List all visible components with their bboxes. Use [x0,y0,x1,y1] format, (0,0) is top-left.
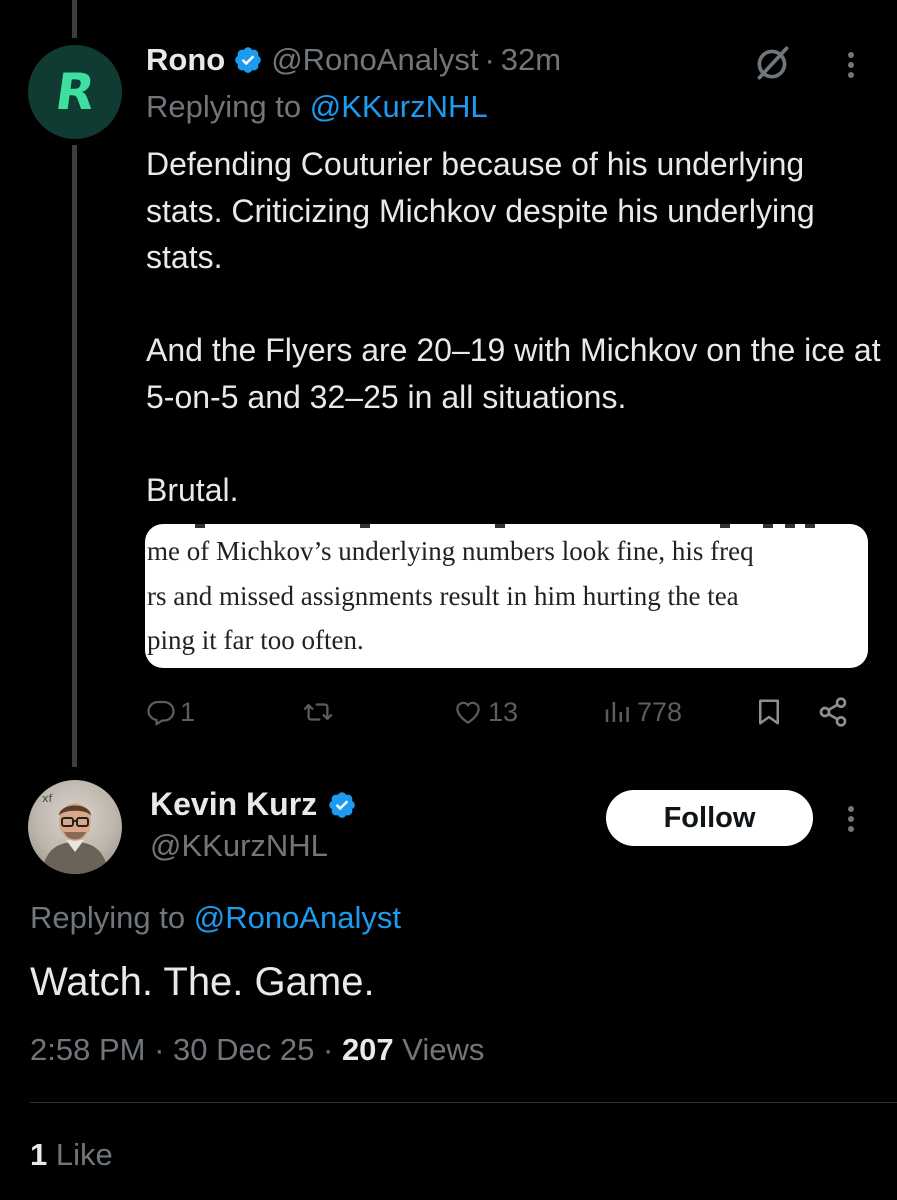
bookmark-button[interactable] [754,690,784,734]
tweet-actions: 1 13 778 [0,690,897,734]
verified-badge-icon [329,791,355,818]
body-paragraph: Brutal. [146,471,239,508]
separator: · [484,42,495,77]
likes-count: 1 [30,1137,48,1172]
author-name-text: Kevin Kurz [150,786,318,822]
body-paragraph: Defending Couturier because of his under… [146,146,815,275]
reply-icon [147,700,175,726]
verified-badge-icon [235,47,262,73]
share-button[interactable] [816,690,850,734]
share-icon [819,697,847,727]
views-button[interactable]: 778 [601,690,682,734]
avatar[interactable]: xf [28,780,122,874]
follow-button[interactable]: Follow [606,790,813,846]
tweet-body: Defending Couturier because of his under… [146,141,886,513]
retweet-icon [303,703,333,721]
more-icon[interactable] [838,802,864,836]
image-text-line: ping it far too often. [147,625,364,655]
author-name[interactable]: Rono [146,42,225,78]
image-text-line: rs and missed assignments result in him … [147,581,739,611]
replying-prefix: Replying to [30,900,186,935]
divider [30,1102,897,1103]
retweet-button[interactable] [300,690,336,734]
thread-line [72,145,77,767]
tweet-date[interactable]: 30 Dec 25 [173,1032,314,1067]
replying-to-link[interactable]: @RonoAnalyst [194,900,401,935]
author-handle[interactable]: @KKurzNHL [150,828,328,864]
views-label: Views [402,1032,485,1067]
body-paragraph: And the Flyers are 20–19 with Michkov on… [146,332,881,415]
replying-to-link[interactable]: @KKurzNHL [310,89,488,124]
reply-button[interactable]: 1 [146,690,195,734]
thread-line-top [72,0,77,38]
profile-photo: xf [42,792,108,874]
replying-to: Replying to @RonoAnalyst [30,900,401,936]
reply-count: 1 [180,696,196,727]
tweet-header: Rono @RonoAnalyst · 32m [146,40,561,80]
tweet-time[interactable]: 2:58 PM [30,1032,145,1067]
author-handle[interactable]: @RonoAnalyst [271,42,478,78]
likes-summary[interactable]: 1 Like [30,1137,113,1173]
author-name[interactable]: Kevin Kurz [150,786,365,823]
avatar-letter: R [51,63,99,121]
like-count: 13 [488,696,519,727]
tweet-meta: 2:58 PM · 30 Dec 25 · 207 Views [30,1032,484,1068]
avatar[interactable]: R [28,45,122,139]
attached-image[interactable]: me of Michkov’s underlying numbers look … [145,524,868,668]
bookmark-icon [759,699,779,725]
grok-icon[interactable] [752,42,794,84]
replying-to: Replying to @KKurzNHL [146,89,488,125]
image-text-line: me of Michkov’s underlying numbers look … [147,536,754,566]
cropped-text-fragment [195,524,815,528]
more-icon[interactable] [838,48,864,82]
views-icon [605,702,629,722]
like-icon [456,701,480,724]
separator: · [154,1032,165,1067]
views-count: 778 [637,696,683,727]
svg-text:xf: xf [42,792,54,805]
tweet-text: Watch. The. Game. [30,960,375,1004]
likes-label: Like [55,1137,113,1172]
views-count: 207 [341,1032,394,1067]
timestamp[interactable]: 32m [501,42,561,78]
replying-prefix: Replying to [146,89,302,124]
like-button[interactable]: 13 [452,690,518,734]
separator: · [322,1032,334,1067]
